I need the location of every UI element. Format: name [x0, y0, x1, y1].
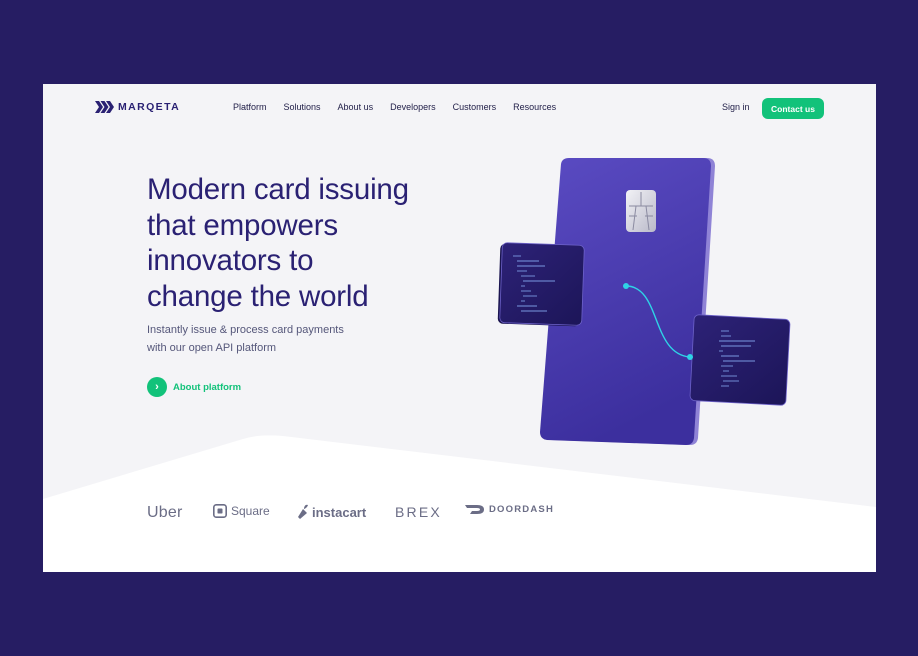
square-logo-icon	[213, 504, 227, 518]
nav-item-developers[interactable]: Developers	[390, 102, 436, 112]
headline-line: innovators to	[147, 244, 314, 277]
logo-text: MARQETA	[118, 101, 181, 113]
nav-item-platform[interactable]: Platform	[233, 102, 267, 112]
carrot-icon	[298, 504, 308, 519]
subtext-line: with our open API platform	[147, 341, 277, 354]
about-platform-link[interactable]: › About platform	[147, 377, 241, 397]
nav-item-customers[interactable]: Customers	[453, 102, 497, 112]
hero-headline: Modern card issuing that empowers innova…	[147, 172, 467, 314]
main-menu: Platform Solutions About us Developers C…	[233, 102, 573, 112]
marqeta-chevrons-icon	[95, 101, 114, 113]
instacart-wordmark: instacart	[312, 504, 367, 520]
code-panel-right	[689, 314, 791, 406]
doordash-dash-icon	[465, 505, 484, 514]
subtext-line: Instantly issue & process card payments	[147, 324, 344, 336]
uber-wordmark: Uber	[147, 504, 183, 521]
brex-wordmark: BREX	[395, 504, 442, 520]
headline-line: change the world	[147, 279, 369, 313]
sign-in-link[interactable]: Sign in	[722, 102, 750, 112]
headline-line: Modern card issuing	[147, 173, 409, 206]
partner-logos: Uber Square instacart BREX DOORDASH	[43, 504, 876, 526]
square-wordmark: Square	[231, 504, 270, 518]
card-illustration	[497, 158, 791, 445]
headline-line: that empowers	[147, 208, 338, 242]
browser-page: MARQETA Platform Solutions About us Deve…	[43, 84, 876, 572]
nav-item-about-us[interactable]: About us	[338, 102, 374, 112]
chevron-right-icon: ›	[147, 377, 167, 397]
connector-dot-end	[687, 354, 693, 360]
hero-subtext: Instantly issue & process card payments …	[147, 322, 387, 357]
nav-item-resources[interactable]: Resources	[513, 102, 556, 112]
top-navigation: MARQETA Platform Solutions About us Deve…	[43, 84, 876, 132]
marqeta-logo[interactable]: MARQETA	[95, 101, 180, 113]
logo-square: Square	[213, 504, 270, 518]
logo-brex: BREX	[395, 504, 442, 520]
logo-instacart: instacart	[297, 504, 366, 520]
nav-item-solutions[interactable]: Solutions	[284, 102, 321, 112]
doordash-wordmark: DOORDASH	[489, 504, 555, 515]
about-platform-label: About platform	[173, 381, 242, 393]
contact-us-button[interactable]: Contact us	[762, 98, 824, 119]
logo-doordash: DOORDASH	[465, 504, 554, 515]
connector-dot-start	[623, 283, 629, 289]
logo-uber: Uber	[147, 504, 182, 522]
code-panel-left	[497, 242, 585, 327]
